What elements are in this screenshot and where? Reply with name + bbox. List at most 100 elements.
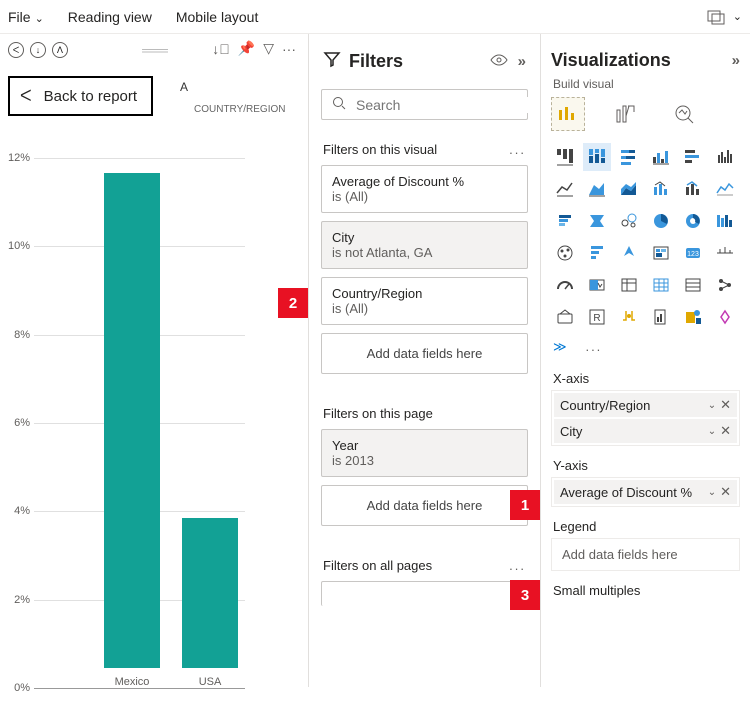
add-page-filter[interactable]: Add data fields here [321,485,528,526]
viz-type-icon[interactable] [551,239,579,267]
xaxis-well[interactable]: Country/Region⌄✕City⌄✕ [551,390,740,446]
y-tick: 6% [14,417,30,429]
viz-type-icon[interactable] [615,207,643,235]
viz-type-icon[interactable] [679,271,707,299]
x-label: Mexico [104,676,160,688]
export-icon[interactable]: ↓⃝ [212,41,230,57]
viz-type-icon[interactable] [647,207,675,235]
viz-type-icon[interactable] [679,303,707,331]
legend-well[interactable]: Add data fields here [551,538,740,571]
viz-type-icon[interactable] [615,239,643,267]
filter-card[interactable]: Yearis 2013 [321,429,528,477]
nav-prev-icon[interactable]: ᐸ [8,42,24,58]
nav-up-icon[interactable]: ᐱ [52,42,68,58]
collapse-icon[interactable]: » [518,53,526,70]
add-all-filter[interactable] [321,581,528,606]
remove-icon[interactable]: ✕ [720,397,731,413]
viz-type-icon[interactable] [583,271,611,299]
collapse-icon[interactable]: » [732,52,740,69]
filters-pane: Filters » Filters on this visual ... Ave… [308,34,540,687]
viz-type-icon[interactable] [711,175,739,203]
viz-type-icon[interactable] [551,175,579,203]
viz-type-icon[interactable] [583,143,611,171]
x-label: USA [182,676,238,688]
y-tick: 4% [14,505,30,517]
viz-type-icon[interactable] [583,175,611,203]
bar-chart[interactable]: 0%2%4%6%8%10%12% MexicoUSA [0,158,245,708]
viz-type-icon[interactable] [711,303,739,331]
viz-type-icon[interactable] [711,207,739,235]
remove-icon[interactable]: ✕ [720,423,731,439]
viz-type-icon[interactable] [711,239,739,267]
more-icon[interactable]: ... [509,142,526,157]
field-pill[interactable]: Country/Region ⌄ ✕ [554,393,737,417]
viz-type-icon[interactable] [679,175,707,203]
nav-down-icon[interactable]: ↓ [30,42,46,58]
chevron-left-icon: ᐸ [20,86,32,106]
legend-placeholder: Add data fields here [554,541,737,568]
eye-icon[interactable] [490,51,508,73]
pin-icon[interactable]: 📌 [238,40,255,57]
filters-all-header: Filters on all pages ... [309,554,540,581]
y-tick: 10% [8,240,30,252]
viz-type-icon[interactable] [647,239,675,267]
viz-type-icon[interactable] [647,143,675,171]
filter-card[interactable]: Cityis not Atlanta, GA [321,221,528,269]
remove-icon[interactable]: ✕ [720,484,731,500]
viz-type-icon[interactable] [583,239,611,267]
more-icon[interactable]: ... [509,558,526,573]
viz-type-icon[interactable] [551,303,579,331]
svg-text:123: 123 [687,251,699,258]
menu-file[interactable]: File⌄ [8,9,44,25]
chevron-down-icon[interactable]: ⌄ [708,400,716,411]
pill-label: Country/Region [560,398,704,413]
flow-icon[interactable]: ≫ [553,339,569,354]
menu-mobile-layout[interactable]: Mobile layout [176,9,259,25]
field-pill[interactable]: Average of Discount %⌄✕ [554,480,737,504]
viz-type-icon[interactable] [615,303,643,331]
viz-type-icon[interactable] [551,271,579,299]
top-right-icon[interactable]: ⌄ [707,8,742,26]
viz-type-icon[interactable] [647,303,675,331]
viz-type-icon[interactable] [615,175,643,203]
back-to-report-button[interactable]: ᐸ Back to report [8,76,153,116]
chevron-down-icon[interactable]: ⌄ [708,487,716,498]
viz-type-icon[interactable] [647,271,675,299]
drag-handle-icon[interactable]: ═══ [142,42,166,58]
yaxis-well[interactable]: Average of Discount %⌄✕ [551,477,740,507]
search-box[interactable] [321,89,528,120]
chevron-down-icon[interactable]: ⌄ [708,426,716,437]
more-viz-icon[interactable]: ... [585,339,602,354]
viz-type-icon[interactable] [615,143,643,171]
viz-type-icon[interactable] [551,143,579,171]
filters-page-header: Filters on this page [309,402,540,429]
viz-type-icon[interactable] [615,271,643,299]
viz-type-icon[interactable] [647,175,675,203]
viz-type-icon[interactable] [583,207,611,235]
filter-icon[interactable]: ▽ [263,40,274,57]
viz-type-icon[interactable]: 123 [679,239,707,267]
viz-type-icon[interactable]: R [583,303,611,331]
bar[interactable] [104,173,160,668]
format-tab[interactable] [609,97,643,131]
viz-type-icon[interactable] [711,143,739,171]
viz-title: Visualizations [551,50,722,71]
filter-card[interactable]: Country/Regionis (All) [321,277,528,325]
analytics-tab[interactable] [667,97,701,131]
search-input[interactable] [356,97,537,113]
viz-type-icon[interactable] [711,271,739,299]
menu-reading-view[interactable]: Reading view [68,9,152,25]
build-visual-tab[interactable] [551,97,585,131]
y-tick: 8% [14,329,30,341]
viz-type-icon[interactable] [551,207,579,235]
filter-card[interactable]: Average of Discount %is (All) [321,165,528,213]
y-tick: 0% [14,682,30,694]
more-icon[interactable]: ··· [282,41,296,57]
filter-value: is (All) [332,189,517,204]
viz-type-icon[interactable] [679,207,707,235]
bar[interactable] [182,518,238,668]
viz-type-icon[interactable] [679,143,707,171]
add-visual-filter[interactable]: Add data fields here [321,333,528,374]
filter-name: City [332,230,517,245]
field-pill[interactable]: City⌄✕ [554,419,737,443]
